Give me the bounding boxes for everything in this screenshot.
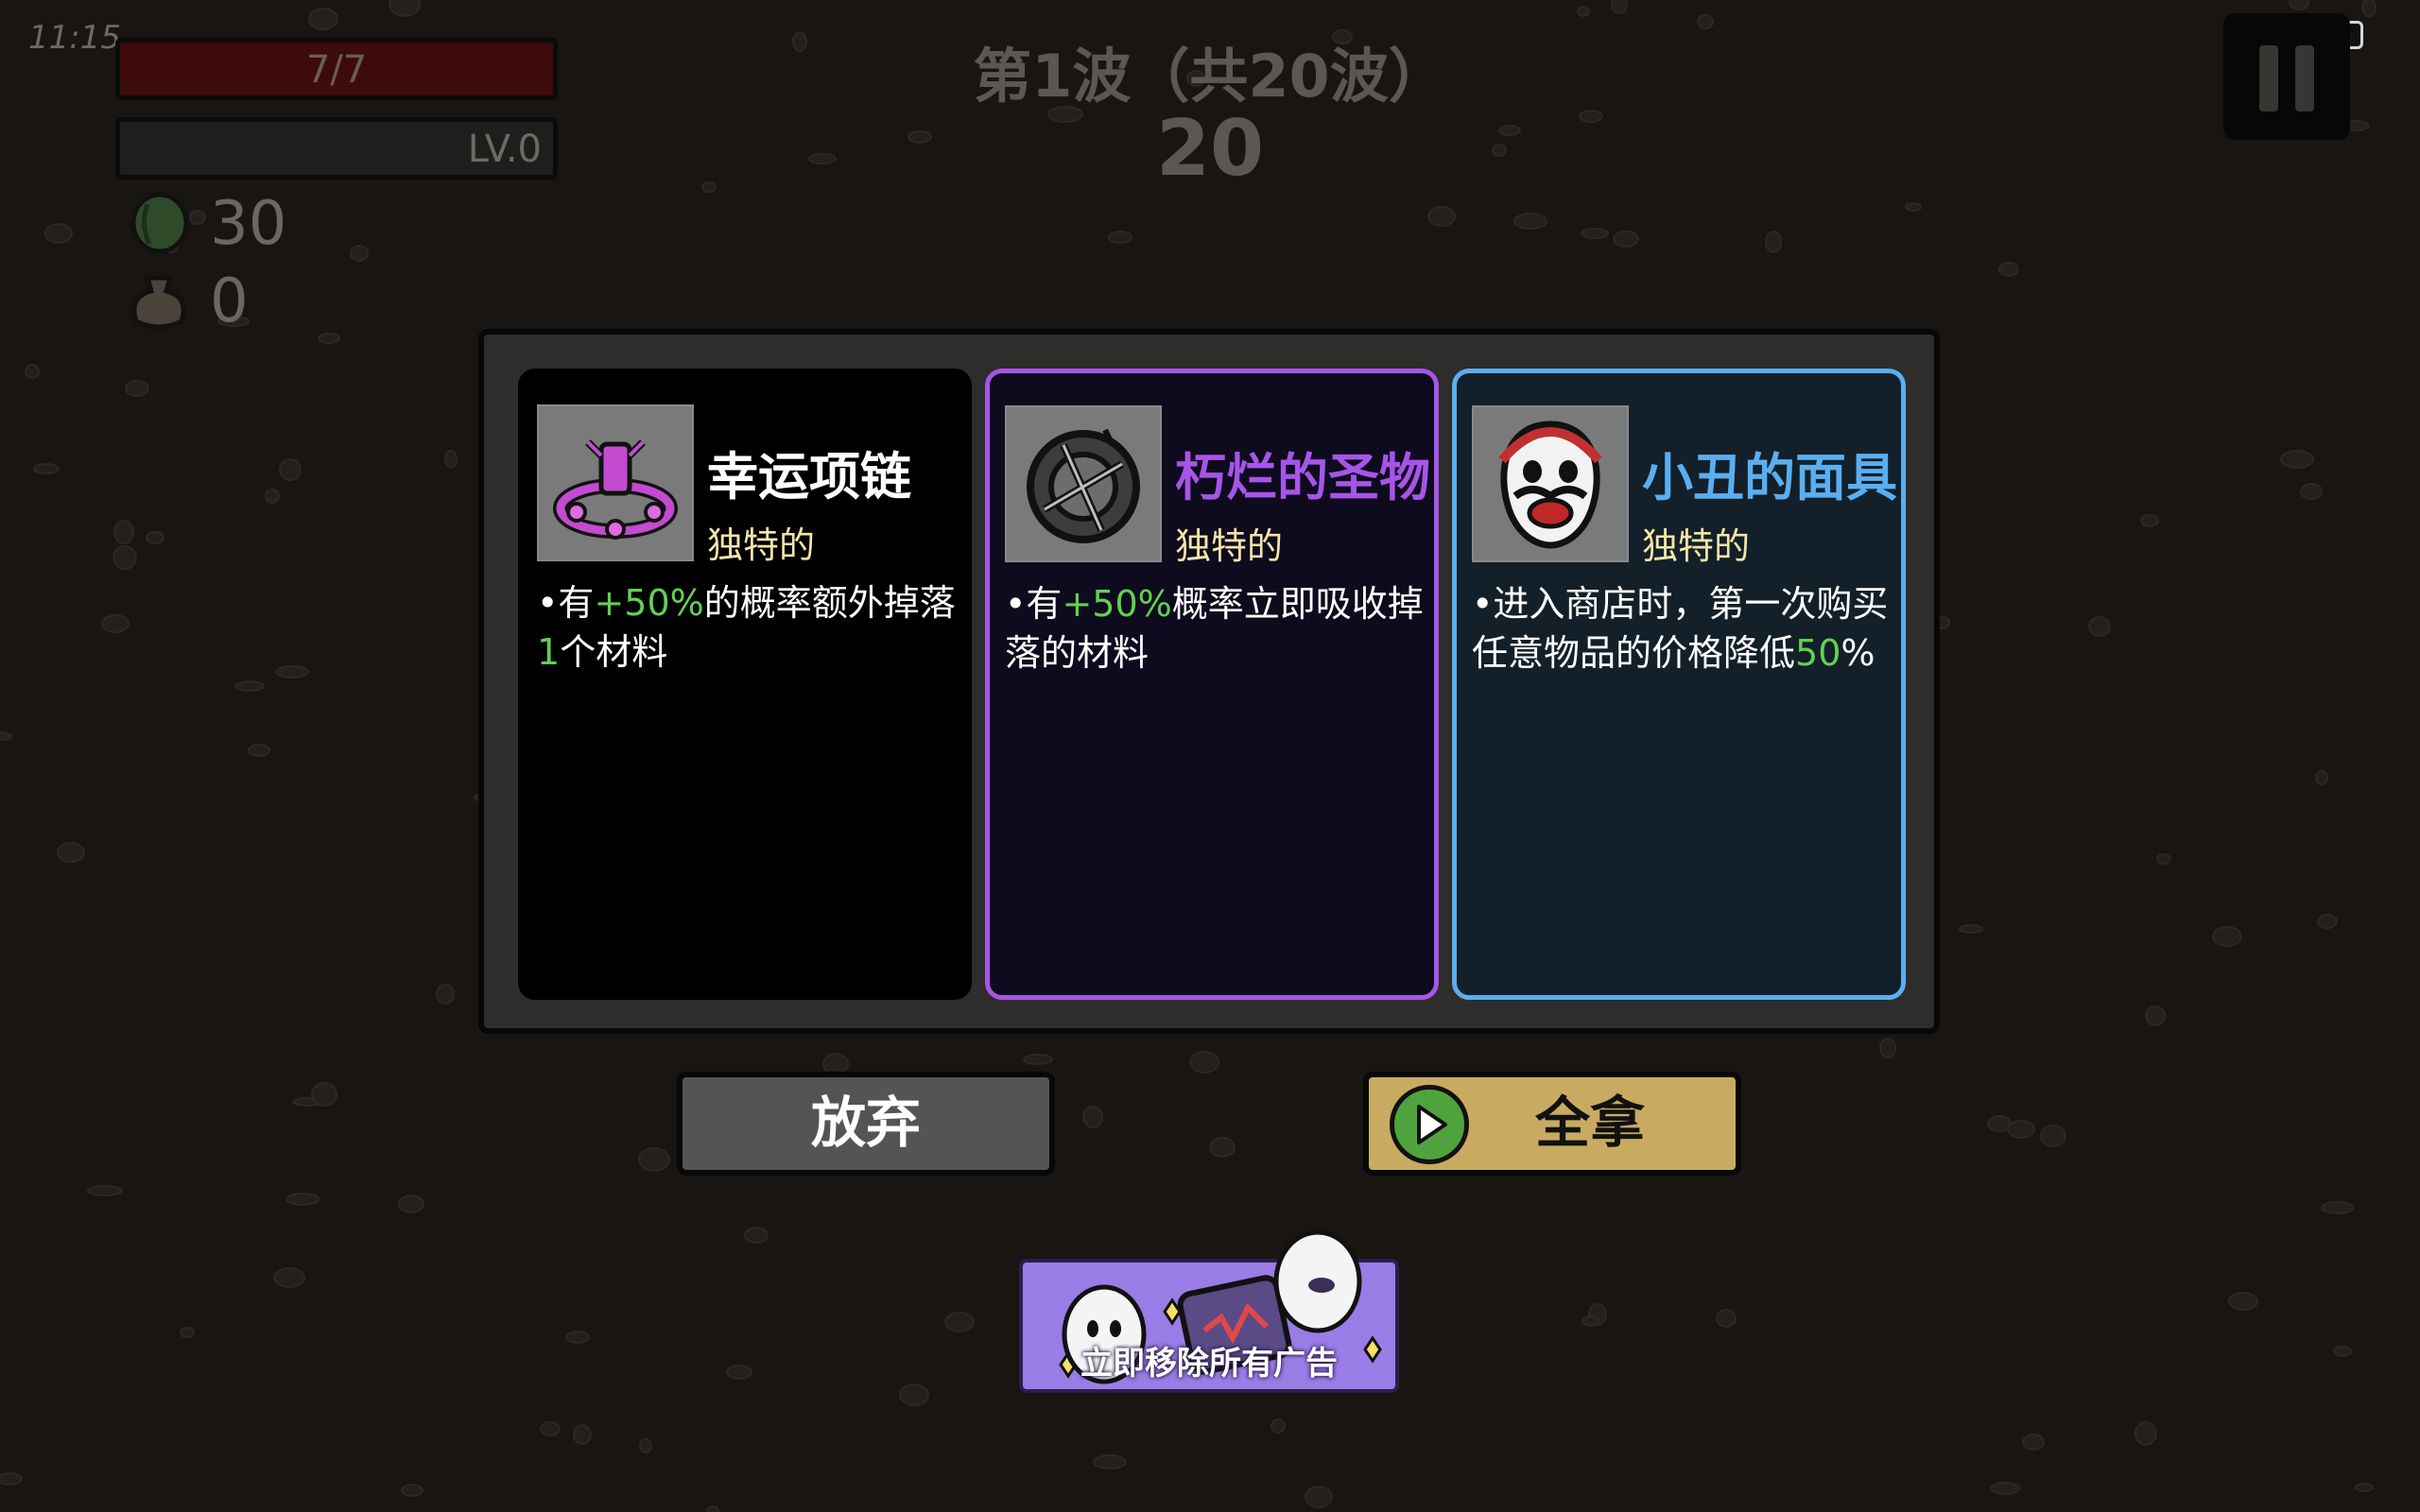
clown-mask-icon xyxy=(1472,405,1629,562)
take-all-button[interactable]: 全拿 xyxy=(1363,1072,1741,1176)
wave-timer: 20 xyxy=(1155,104,1265,194)
item-tier: 独特的 xyxy=(1642,525,1751,567)
item-card-rotten-relic[interactable]: 朽烂的圣物 独特的 •有+50%概率立即吸收掉落的材料 xyxy=(985,369,1439,1000)
play-ad-icon xyxy=(1390,1085,1469,1164)
take-all-label: 全拿 xyxy=(1535,1091,1646,1155)
wave-title: 第1波（共20波） xyxy=(973,42,1447,111)
item-tier: 独特的 xyxy=(1175,525,1284,567)
item-name: 幸运项链 xyxy=(707,447,911,507)
remove-ads-label: 立即移除所有广告 xyxy=(1080,1345,1338,1383)
abandon-label: 放弃 xyxy=(810,1091,921,1155)
materials-count: 30 xyxy=(210,189,287,259)
bag-icon xyxy=(131,275,186,330)
item-card-clown-mask[interactable]: 小丑的面具 独特的 •进入商店时，第一次购买任意物品的价格降低50% xyxy=(1452,369,1906,1000)
bags-count: 0 xyxy=(210,266,249,336)
rotten-relic-icon xyxy=(1005,405,1162,562)
item-name: 小丑的面具 xyxy=(1642,448,1897,507)
item-description: •进入商店时，第一次购买任意物品的价格降低50% xyxy=(1472,583,1889,674)
item-name: 朽烂的圣物 xyxy=(1175,448,1430,507)
item-description: •有+50%概率立即吸收掉落的材料 xyxy=(1005,583,1424,674)
item-card-lucky-necklace[interactable]: 幸运项链 独特的 •有+50%的概率额外掉落1个材料 xyxy=(518,369,972,1000)
material-icon xyxy=(130,192,189,254)
item-choice-panel: 幸运项链 独特的 •有+50%的概率额外掉落1个材料 朽烂的圣物 独特的 •有+… xyxy=(478,329,1940,1034)
item-tier: 独特的 xyxy=(707,524,816,566)
pause-button[interactable] xyxy=(2223,13,2350,140)
item-description: •有+50%的概率额外掉落1个材料 xyxy=(537,582,956,673)
lucky-necklace-icon xyxy=(537,404,694,561)
remove-ads-banner[interactable]: 立即移除所有广告 xyxy=(1019,1229,1399,1393)
pause-icon xyxy=(2259,45,2278,112)
abandon-button[interactable]: 放弃 xyxy=(677,1072,1055,1176)
